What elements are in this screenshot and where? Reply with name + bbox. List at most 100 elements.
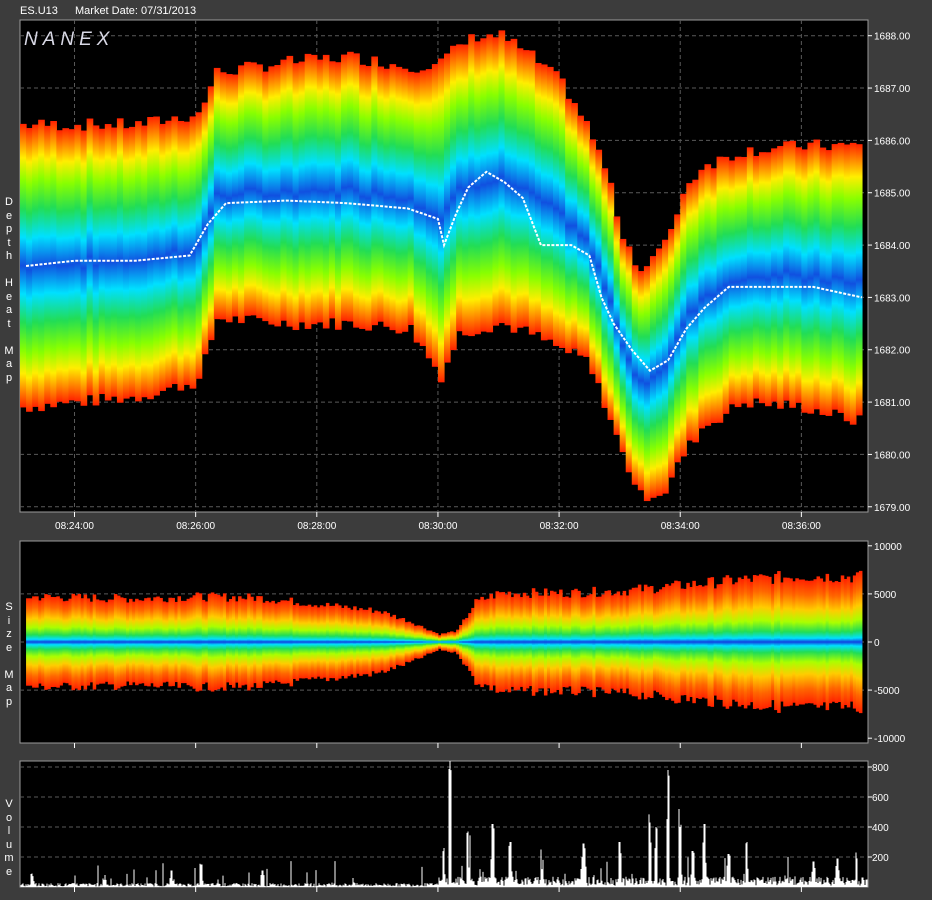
size-map-column	[631, 587, 636, 697]
volume-y-tick-label: 400	[872, 823, 889, 834]
depth-band-column	[389, 64, 397, 331]
depth-band-column	[20, 123, 27, 408]
size-map-column	[592, 586, 596, 698]
depth-band-column	[353, 53, 360, 328]
size-map-column	[731, 584, 736, 700]
depth-band-column	[38, 119, 45, 412]
depth-band-column	[704, 164, 712, 426]
depth-band-column	[571, 103, 578, 349]
size-map-column	[444, 633, 448, 651]
size-map-column	[244, 599, 248, 685]
size-map-column	[765, 575, 769, 709]
size-map-column	[207, 593, 212, 691]
size-map-column	[671, 583, 675, 701]
depth-band-column	[722, 156, 730, 414]
size-map-column	[734, 582, 739, 702]
size-map-column	[368, 607, 372, 677]
x-tick-label: 08:36:00	[782, 521, 821, 532]
depth-band-column	[413, 72, 421, 343]
size-map-column	[456, 629, 460, 655]
depth-band-column	[213, 67, 221, 320]
size-map-column	[543, 588, 548, 696]
depth-band-column	[110, 127, 118, 397]
depth-band-column	[244, 61, 251, 316]
depth-band-column	[486, 34, 494, 333]
size-map-column	[834, 581, 839, 703]
depth-band-column	[74, 124, 82, 402]
size-map-column	[310, 606, 315, 678]
size-map-column	[468, 613, 472, 671]
size-map-column	[716, 584, 721, 700]
size-map-column	[795, 578, 799, 706]
depth-band-column	[371, 56, 378, 326]
depth-y-tick-label: 1686.00	[874, 136, 911, 147]
size-map-column	[89, 601, 94, 683]
size-y-tick-label: -10000	[874, 734, 906, 745]
size-map-column	[350, 609, 354, 675]
size-map-column	[816, 576, 821, 708]
depth-y-tick-label: 1687.00	[874, 84, 911, 95]
size-map-column	[628, 589, 633, 695]
size-map-column	[719, 584, 724, 700]
depth-band-column	[310, 54, 318, 325]
size-map-column	[595, 596, 599, 688]
depth-band-column	[631, 265, 639, 485]
size-map-column	[356, 610, 360, 674]
size-map-column	[35, 596, 39, 688]
size-map-column	[347, 607, 351, 677]
size-map-column	[677, 581, 681, 703]
size-map-column	[419, 625, 424, 659]
depth-y-tick-label: 1681.00	[874, 398, 911, 409]
size-map-column	[755, 575, 760, 709]
size-map-column	[422, 628, 427, 656]
depth-band-column	[365, 66, 372, 331]
size-map-column	[132, 601, 136, 683]
chart-canvas: 1688.00 1687.00 1686.00 1685.00 1684.00 1683.…	[19, 19, 911, 892]
size-map-column	[662, 587, 666, 697]
depth-band-column	[286, 55, 294, 327]
size-map-column	[331, 605, 336, 679]
x-tick-label: 08:24:00	[55, 521, 94, 532]
size-map-column	[604, 590, 609, 694]
size-map-column	[486, 598, 490, 686]
size-map-column	[589, 594, 593, 690]
depth-band-column	[68, 129, 76, 401]
size-map-column	[634, 587, 639, 697]
size-map-column	[32, 596, 36, 688]
depth-band-column	[122, 128, 130, 399]
depth-band-column	[625, 246, 633, 473]
depth-band-column	[153, 116, 160, 396]
depth-y-tick-label: 1679.00	[874, 503, 911, 514]
size-map-column	[574, 588, 578, 696]
size-map-column	[534, 591, 539, 693]
size-map-column	[156, 596, 160, 688]
size-map-column	[692, 580, 696, 704]
size-map-column	[383, 611, 387, 673]
depth-band-column	[819, 147, 827, 415]
depth-band-column	[516, 48, 524, 328]
depth-band-column	[559, 78, 566, 348]
depth-band-column	[613, 216, 621, 435]
size-map-column	[235, 601, 239, 683]
size-map-column	[256, 596, 260, 688]
size-map-column	[501, 592, 506, 692]
size-map-column	[625, 595, 630, 689]
size-map-column	[459, 624, 463, 660]
depth-band-column	[649, 256, 657, 498]
depth-band-column	[843, 144, 851, 422]
size-map-column	[855, 572, 860, 712]
size-map-column	[135, 598, 139, 686]
size-map-column	[683, 588, 687, 696]
size-map-column	[98, 600, 103, 684]
size-map-column	[344, 605, 348, 679]
size-map-column	[649, 586, 654, 698]
depth-band-column	[777, 146, 784, 409]
size-map-column	[362, 609, 366, 675]
size-map-column	[586, 595, 590, 689]
x-tick-label: 08:26:00	[176, 521, 215, 532]
size-map-column	[59, 598, 63, 686]
size-map-column	[522, 592, 527, 692]
size-map-column	[556, 594, 560, 690]
size-map-column	[222, 593, 227, 691]
depth-band-column	[456, 44, 463, 332]
